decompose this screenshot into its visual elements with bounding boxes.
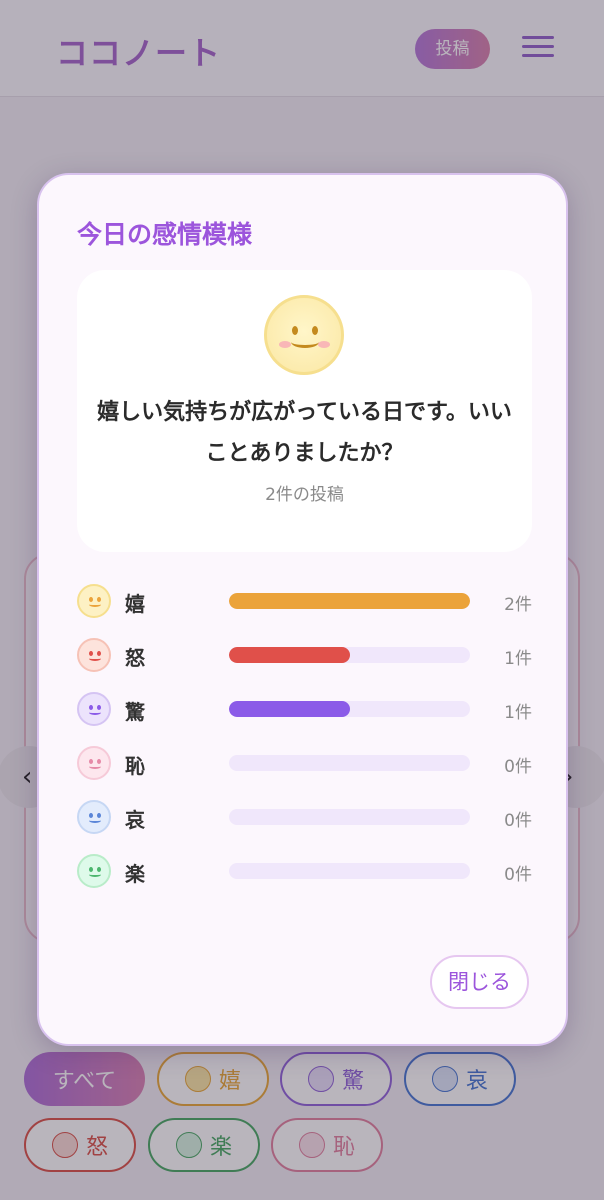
emotion-label: 楽: [125, 862, 145, 886]
shame-face-icon: [77, 746, 111, 780]
emotion-label: 驚: [125, 700, 145, 724]
joy-face-icon: [264, 295, 344, 375]
emotion-bar-track: [229, 647, 470, 663]
emotion-bar-track: [229, 755, 470, 771]
emotion-label: 恥: [125, 754, 145, 778]
emotion-row-fun: 楽 0件: [77, 851, 532, 891]
fun-face-icon: [77, 854, 111, 888]
emotion-bar-fill: [229, 647, 350, 663]
emotion-count: 0件: [504, 811, 532, 831]
surprise-face-icon: [77, 692, 111, 726]
emotion-bar-track: [229, 701, 470, 717]
emotion-bar-track: [229, 593, 470, 609]
emotion-row-joy: 嬉 2件: [77, 581, 532, 621]
emotion-row-shame: 恥 0件: [77, 743, 532, 783]
emotion-bar-track: [229, 863, 470, 879]
emotion-row-sorrow: 哀 0件: [77, 797, 532, 837]
emotion-count: 0件: [504, 865, 532, 885]
emotion-bar-fill: [229, 701, 350, 717]
modal-title: 今日の感情模様: [77, 220, 253, 249]
emotion-label: 哀: [125, 808, 145, 832]
emotion-label: 嬉: [125, 592, 145, 616]
emotion-bar-fill: [229, 593, 470, 609]
emotion-count: 1件: [504, 649, 532, 669]
emotion-label: 怒: [125, 646, 145, 670]
emotion-summary-card: 嬉しい気持ちが広がっている日です。いいことありましたか？ 2件の投稿: [77, 270, 532, 552]
emotion-row-anger: 怒 1件: [77, 635, 532, 675]
sorrow-face-icon: [77, 800, 111, 834]
emotion-bar-track: [229, 809, 470, 825]
post-count: 2件の投稿: [265, 485, 344, 505]
summary-message: 嬉しい気持ちが広がっている日です。いいことありましたか？: [97, 400, 512, 466]
anger-face-icon: [77, 638, 111, 672]
emotion-count: 0件: [504, 757, 532, 777]
emotion-count: 2件: [504, 595, 532, 615]
emotion-count: 1件: [504, 703, 532, 723]
emotion-row-surprise: 驚 1件: [77, 689, 532, 729]
daily-emotion-modal: 今日の感情模様 嬉しい気持ちが広がっている日です。いいことありましたか？ 2件の…: [37, 173, 568, 1046]
joy-face-icon: [77, 584, 111, 618]
close-button[interactable]: 閉じる: [430, 955, 529, 1009]
